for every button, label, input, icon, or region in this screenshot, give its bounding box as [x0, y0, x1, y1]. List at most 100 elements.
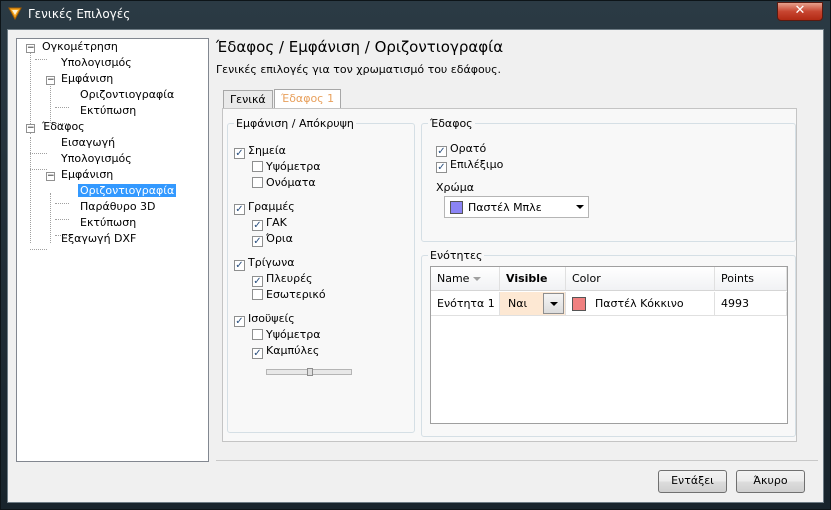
checkbox-row-triangles[interactable]: ✓ Τρίγωνα	[234, 256, 295, 271]
slider-thumb[interactable]	[307, 368, 313, 376]
checkbox-row-lines-borders[interactable]: ✓ Όρια	[252, 232, 293, 247]
checkbox-triangles[interactable]: ✓	[234, 260, 245, 271]
checkbox-row-contours[interactable]: ✓ Ισοϋψείς	[234, 312, 295, 327]
tree-item-volume[interactable]: Ογκομέτρηση	[40, 40, 120, 55]
window-title: Γενικές Επιλογές	[28, 7, 131, 21]
tree-item-volume-plan[interactable]: Οριζοντιογραφία	[78, 88, 176, 103]
chevron-down-icon	[550, 302, 558, 306]
expand-toggle-icon[interactable]: −	[26, 44, 35, 53]
selectable-checkbox[interactable]: ✓	[436, 162, 447, 173]
terrain-group-title: Έδαφος	[428, 117, 475, 130]
expand-toggle-icon[interactable]: −	[46, 76, 55, 85]
app-logo-icon	[8, 7, 22, 20]
checkbox-contours-elevations[interactable]	[252, 329, 263, 340]
table-cell-name[interactable]: Ενότητα 1	[431, 292, 500, 316]
table-cell-visible[interactable]: Ναι	[500, 292, 566, 316]
tree-item-terrain-plan[interactable]: Οριζοντιογραφία	[78, 184, 177, 199]
checkbox-row-contours-elevations[interactable]: Υψόμετρα	[252, 328, 321, 343]
column-header-color[interactable]: Color	[566, 267, 715, 291]
tree-item-terrain-print[interactable]: Εκτύπωση	[78, 216, 138, 231]
checkbox-label: Υψόμετρα	[266, 160, 321, 173]
footer-separator	[216, 460, 818, 461]
terrain-color-select[interactable]: Παστέλ Μπλε	[444, 196, 589, 218]
units-group-title: Ενότητες	[428, 249, 485, 262]
tree-item-volume-print[interactable]: Εκτύπωση	[78, 104, 138, 119]
checkbox-points[interactable]: ✓	[234, 148, 245, 159]
checkbox-lines-gak[interactable]: ✓	[252, 220, 263, 231]
cancel-button[interactable]: Άκυρο	[736, 470, 805, 493]
checkbox-row-triangles-edges[interactable]: ✓ Πλευρές	[252, 272, 312, 287]
column-header-points[interactable]: Points	[715, 267, 787, 291]
expand-toggle-icon[interactable]: −	[46, 172, 55, 181]
checkbox-row-lines-gak[interactable]: ✓ ΓΑΚ	[252, 216, 287, 231]
visible-checkbox[interactable]: ✓	[436, 146, 447, 157]
checkbox-label: Εσωτερικό	[266, 288, 326, 301]
checkbox-label: Ισοϋψείς	[248, 312, 295, 325]
checkbox-lines[interactable]: ✓	[234, 204, 245, 215]
tree-item-terrain-3d-window[interactable]: Παράθυρο 3D	[78, 200, 158, 215]
tab-panel: Εμφάνιση / Απόκρυψη ✓ Σημεία Υψόμετρα Ονόμα…	[222, 108, 797, 442]
ok-button[interactable]: Εντάξει	[658, 470, 727, 493]
options-window: Γενικές Επιλογές ✕ − Ογκομέτρηση Υπολογι…	[0, 0, 831, 510]
tab-general[interactable]: Γενικά	[223, 90, 273, 108]
tab-terrain-1[interactable]: Έδαφος 1	[274, 89, 342, 109]
visibility-group-title: Εμφάνιση / Απόκρυψη	[234, 117, 356, 130]
checkbox-lines-borders[interactable]: ✓	[252, 236, 263, 247]
table-cell-points[interactable]: 4993	[715, 292, 787, 316]
selectable-checkbox-row[interactable]: ✓ Επιλέξιμο	[436, 158, 503, 173]
checkbox-label: Πλευρές	[266, 272, 313, 285]
expand-toggle-icon[interactable]: −	[26, 124, 35, 133]
checkbox-points-elevations[interactable]	[252, 161, 263, 172]
opacity-slider[interactable]	[266, 368, 352, 376]
visible-dropdown-button[interactable]	[543, 293, 564, 314]
dialog-body: − Ογκομέτρηση Υπολογισμός − Εμφάνιση Ορι…	[7, 29, 824, 503]
selectable-label: Επιλέξιμο	[450, 158, 504, 171]
tree-item-terrain-calculation[interactable]: Υπολογισμός	[59, 152, 134, 167]
tree-item-volume-display[interactable]: Εμφάνιση	[59, 72, 115, 87]
checkbox-label: Σημεία	[248, 144, 286, 157]
checkbox-contours-curves[interactable]: ✓	[252, 348, 263, 359]
color-label: Χρώμα	[436, 181, 474, 194]
checkbox-row-lines[interactable]: ✓ Γραμμές	[234, 200, 295, 215]
checkbox-points-names[interactable]	[252, 177, 263, 188]
checkbox-row-points-names[interactable]: Ονόματα	[252, 176, 316, 191]
checkbox-row-contours-curves[interactable]: ✓ Καμπύλες	[252, 344, 319, 359]
tree-item-terrain-display[interactable]: Εμφάνιση	[59, 168, 115, 183]
page-subtitle: Γενικές επιλογές για τον χρωματισμό του …	[216, 63, 502, 76]
checkbox-label: ΓΑΚ	[266, 216, 287, 229]
column-header-visible[interactable]: Visible	[500, 267, 566, 291]
checkbox-row-triangles-interior[interactable]: Εσωτερικό	[252, 288, 326, 303]
chevron-down-icon	[576, 205, 584, 209]
checkbox-label: Καμπύλες	[266, 344, 320, 357]
tree-item-volume-calculation[interactable]: Υπολογισμός	[59, 56, 134, 71]
tree-item-dxf-export[interactable]: Εξαγωγή DXF	[59, 232, 138, 247]
terrain-color-swatch	[450, 201, 463, 214]
checkbox-triangles-interior[interactable]	[252, 289, 263, 300]
units-group: Ενότητες Name Visible Color Points Ενότη…	[421, 249, 796, 437]
checkbox-label: Γραμμές	[248, 200, 295, 213]
close-button[interactable]: ✕	[777, 2, 823, 21]
visible-label: Ορατό	[450, 142, 487, 155]
checkbox-label: Όρια	[266, 232, 293, 245]
terrain-group: Έδαφος ✓ Ορατό ✓ Επιλέξιμο Χρώμα Παστέλ Μπ…	[421, 117, 796, 242]
checkbox-triangles-edges[interactable]: ✓	[252, 276, 263, 287]
checkbox-contours[interactable]: ✓	[234, 316, 245, 327]
sort-arrow-icon	[473, 277, 481, 281]
page-title: Έδαφος / Εμφάνιση / Οριζοντιογραφία	[216, 38, 504, 56]
column-header-name[interactable]: Name	[431, 267, 500, 291]
checkbox-label: Τρίγωνα	[248, 256, 295, 269]
title-bar[interactable]: Γενικές Επιλογές ✕	[1, 1, 830, 27]
checkbox-label: Ονόματα	[266, 176, 316, 189]
options-tree[interactable]: − Ογκομέτρηση Υπολογισμός − Εμφάνιση Ορι…	[16, 38, 209, 462]
tree-item-terrain-import[interactable]: Εισαγωγή	[59, 136, 117, 151]
checkbox-row-points[interactable]: ✓ Σημεία	[234, 144, 286, 159]
visible-checkbox-row[interactable]: ✓ Ορατό	[436, 142, 486, 157]
visibility-group: Εμφάνιση / Απόκρυψη ✓ Σημεία Υψόμετρα Ονόμα…	[227, 117, 415, 433]
terrain-color-value: Παστέλ Μπλε	[468, 201, 542, 214]
tree-item-terrain[interactable]: Έδαφος	[40, 120, 87, 135]
checkbox-row-points-elevations[interactable]: Υψόμετρα	[252, 160, 321, 175]
unit-color-swatch	[572, 297, 586, 311]
checkbox-label: Υψόμετρα	[266, 328, 321, 341]
units-table: Name Visible Color Points Ενότητα 1 Ναι	[430, 266, 788, 424]
table-cell-color[interactable]: Παστέλ Κόκκινο	[566, 292, 715, 316]
